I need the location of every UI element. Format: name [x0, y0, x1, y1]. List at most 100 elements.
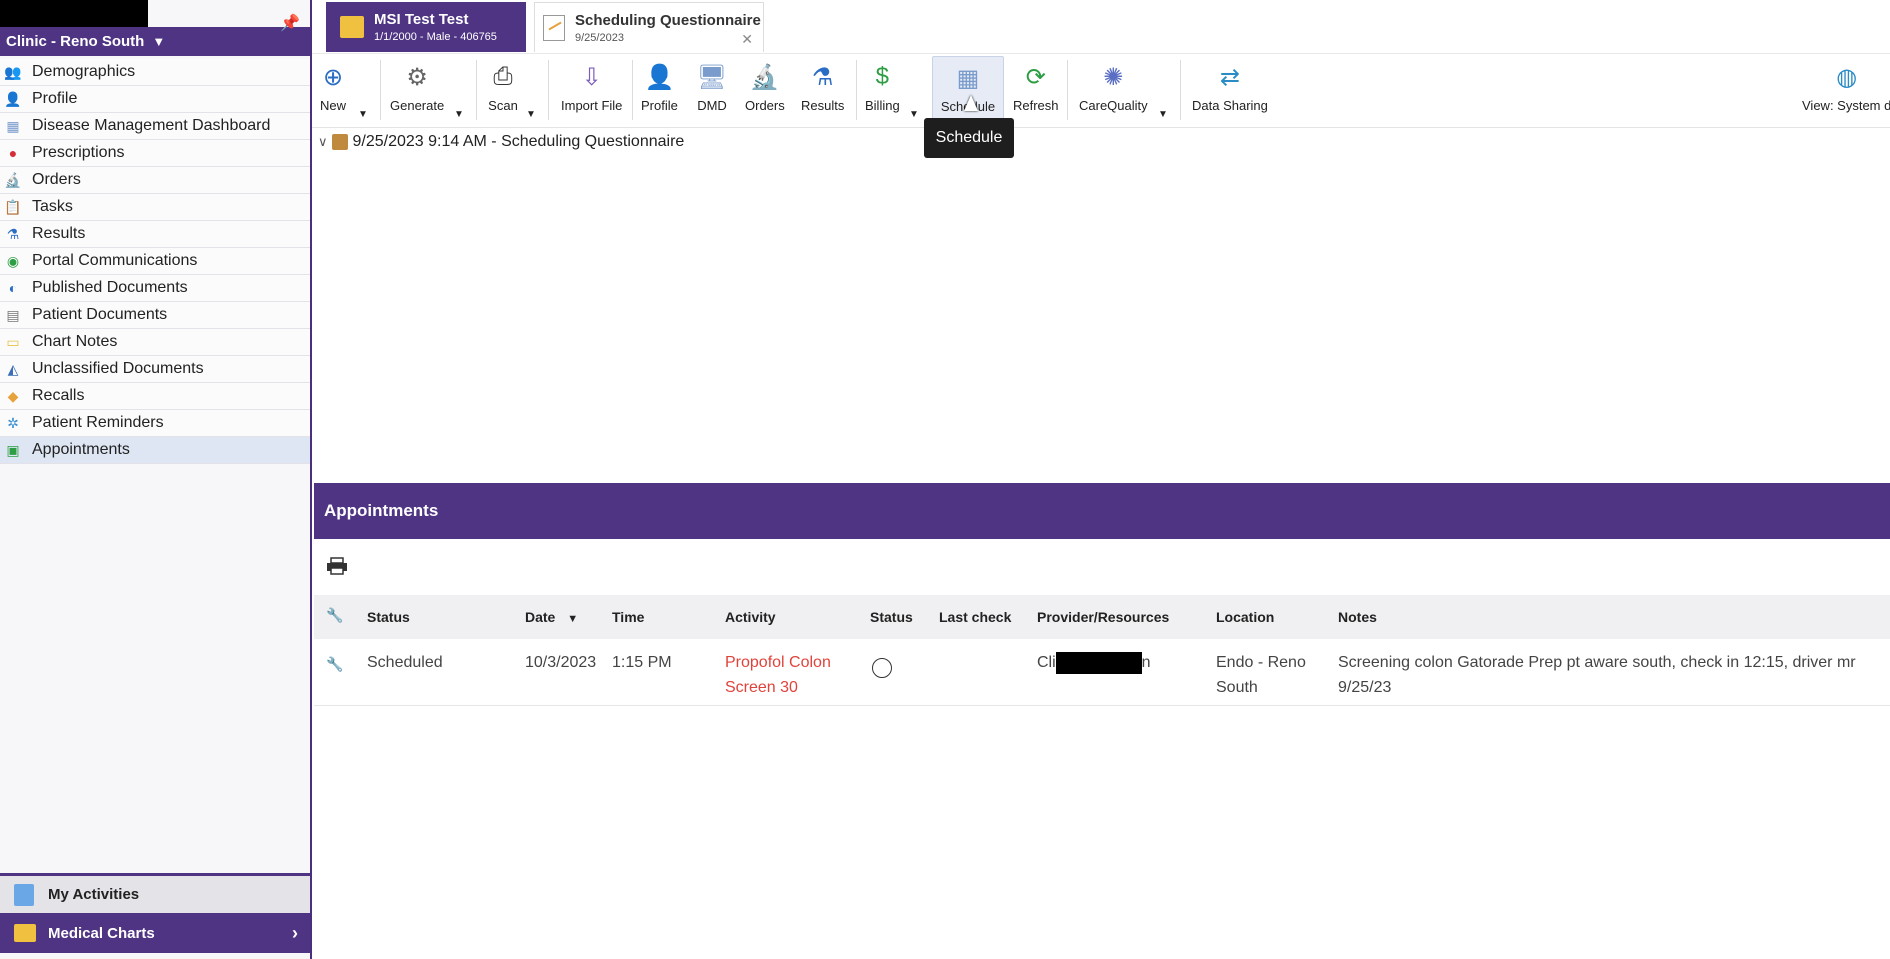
sidebar-item-results[interactable]: ⚗ Results	[0, 221, 310, 248]
folder-icon	[14, 924, 36, 942]
encounter-row[interactable]: ∨ 9/25/2023 9:14 AM - Scheduling Questio…	[318, 133, 684, 151]
sidebar-item-orders[interactable]: 🔬 Orders	[0, 167, 310, 194]
tab-scheduling-questionnaire[interactable]: Scheduling Questionnaire 9/25/2023 ✕	[534, 2, 764, 52]
results-button[interactable]: ⚗ Results	[801, 60, 844, 114]
document-tab-date: 9/25/2023	[575, 31, 624, 44]
documents-icon: ▤	[6, 307, 20, 323]
generate-button[interactable]: ⚙ Generate	[390, 60, 444, 114]
location-line-2: South	[1216, 679, 1258, 696]
sidebar-item-published-documents[interactable]: ◐ Published Documents	[0, 275, 310, 302]
note-icon: ▭	[6, 334, 20, 350]
appointment-icon: ▣	[6, 442, 20, 458]
appointments-column-headers: 🔧 Status Date ▼ Time Activity Status Las…	[314, 595, 1890, 639]
sidebar-item-patient-documents[interactable]: ▤ Patient Documents	[0, 302, 310, 329]
chevron-right-icon: ›	[292, 922, 298, 943]
sidebar-item-unclassified-documents[interactable]: ◭ Unclassified Documents	[0, 356, 310, 383]
sidebar-item-profile[interactable]: 👤 Profile	[0, 86, 310, 113]
sidebar-item-demographics[interactable]: 👥 Demographics	[0, 59, 310, 86]
pill-icon: ●	[8, 145, 18, 161]
my-activities-label: My Activities	[48, 886, 140, 903]
clinic-label: Clinic - Reno South	[6, 33, 145, 50]
sidebar-item-chart-notes[interactable]: ▭ Chart Notes	[0, 329, 310, 356]
portal-icon: ◉	[6, 253, 20, 269]
close-icon[interactable]: ✕	[741, 31, 753, 48]
sidebar-item-recalls[interactable]: ◆ Recalls	[0, 383, 310, 410]
column-location[interactable]: Location	[1216, 609, 1274, 625]
profile-button[interactable]: 👤 Profile	[641, 60, 678, 114]
sidebar-item-portal-communications[interactable]: ◉ Portal Communications	[0, 248, 310, 275]
print-icon[interactable]	[326, 557, 348, 575]
billing-dropdown-icon[interactable]: ▼	[909, 109, 919, 120]
sidebar-item-label: Orders	[32, 171, 81, 188]
location-line-1: Endo - Reno	[1216, 654, 1306, 671]
microscope-icon: 🔬	[749, 63, 780, 91]
column-time[interactable]: Time	[612, 609, 644, 625]
sidebar-item-label: Demographics	[32, 63, 136, 80]
medical-charts-button[interactable]: Medical Charts ›	[0, 913, 310, 953]
sidebar-item-prescriptions[interactable]: ● Prescriptions	[0, 140, 310, 167]
column-date[interactable]: Date ▼	[525, 609, 578, 625]
carequality-dropdown-icon[interactable]: ▼	[1158, 109, 1168, 120]
column-activity[interactable]: Activity	[725, 609, 776, 625]
billing-button[interactable]: $ Billing	[865, 60, 900, 113]
tool-icon[interactable]: 🔧	[326, 652, 343, 672]
column-last-check[interactable]: Last check	[939, 609, 1011, 625]
new-button[interactable]: ⊕ New	[318, 60, 348, 114]
sidebar-item-patient-reminders[interactable]: ✲ Patient Reminders	[0, 410, 310, 437]
medical-charts-label: Medical Charts	[48, 924, 155, 942]
sidebar-item-label: Patient Reminders	[32, 414, 164, 431]
column-status-2[interactable]: Status	[870, 609, 913, 625]
column-provider[interactable]: Provider/Resources	[1037, 609, 1169, 625]
sidebar-item-tasks[interactable]: 📋 Tasks	[0, 194, 310, 221]
activity-line-1: Propofol Colon	[725, 654, 831, 671]
scan-label: Scan	[488, 98, 518, 113]
reminder-icon: ✲	[7, 415, 19, 431]
pin-icon[interactable]: 📌	[280, 13, 300, 33]
chevron-down-icon[interactable]: ∨	[318, 134, 328, 150]
column-status[interactable]: Status	[367, 609, 410, 625]
my-activities-button[interactable]: My Activities	[0, 873, 310, 913]
activity-line-2: Screen 30	[725, 679, 798, 696]
import-file-button[interactable]: ⇩ Import File	[561, 60, 622, 114]
sidebar-item-disease-management[interactable]: ▦ Disease Management Dashboard	[0, 113, 310, 140]
mouse-cursor	[964, 95, 978, 111]
data-sharing-button[interactable]: ⇄ Data Sharing	[1192, 60, 1268, 114]
carequality-button[interactable]: ✺ CareQuality	[1079, 60, 1148, 114]
schedule-button[interactable]: ▦ Schedule	[932, 56, 1004, 124]
sidebar-item-label: Tasks	[32, 198, 73, 215]
sidebar-item-appointments[interactable]: ▣ Appointments	[0, 437, 310, 464]
clinic-selector[interactable]: Clinic - Reno South ▼	[0, 27, 310, 56]
tab-patient[interactable]: MSI Test Test 1/1/2000 - Male - 406765	[326, 2, 526, 52]
view-icon: ◍	[1836, 63, 1858, 91]
folder-icon	[340, 16, 364, 38]
provider-prefix: Cli	[1037, 654, 1056, 671]
toolbar-divider	[548, 60, 549, 120]
new-dropdown-icon[interactable]: ▼	[358, 109, 368, 120]
scan-button[interactable]: ⎙ Scan	[488, 60, 518, 113]
sidebar-item-label: Chart Notes	[32, 333, 118, 350]
flask-icon: ⚗	[6, 226, 20, 242]
toolbar-divider	[476, 60, 477, 120]
refresh-button[interactable]: ⟳ Refresh	[1013, 60, 1059, 114]
status-circle-icon[interactable]	[872, 658, 892, 678]
sidebar-item-label: Published Documents	[32, 279, 188, 296]
column-notes[interactable]: Notes	[1338, 609, 1377, 625]
generate-dropdown-icon[interactable]: ▼	[454, 109, 464, 120]
orders-label: Orders	[745, 98, 785, 113]
document-edit-icon	[543, 14, 565, 41]
appointment-time: 1:15 PM	[612, 654, 672, 671]
sidebar-item-label: Portal Communications	[32, 252, 198, 269]
sidebar-item-label: Results	[32, 225, 86, 242]
toolbar-divider	[1180, 60, 1181, 120]
table-row[interactable]: 🔧 Scheduled 10/3/2023 1:15 PM Propofol C…	[314, 640, 1890, 706]
appointment-activity[interactable]: Propofol Colon Screen 30	[725, 650, 831, 700]
dmd-button[interactable]: 🖥 DMD	[697, 60, 727, 114]
orders-button[interactable]: 🔬 Orders	[745, 60, 785, 114]
billing-icon: $	[875, 63, 890, 90]
view-button[interactable]: ◍ View: System d	[1802, 60, 1890, 114]
dashboard-icon: ▦	[6, 118, 20, 134]
refresh-label: Refresh	[1013, 98, 1059, 113]
scan-dropdown-icon[interactable]: ▼	[526, 109, 536, 120]
appointment-date: 10/3/2023	[525, 654, 597, 671]
toolbar-divider	[632, 60, 633, 120]
